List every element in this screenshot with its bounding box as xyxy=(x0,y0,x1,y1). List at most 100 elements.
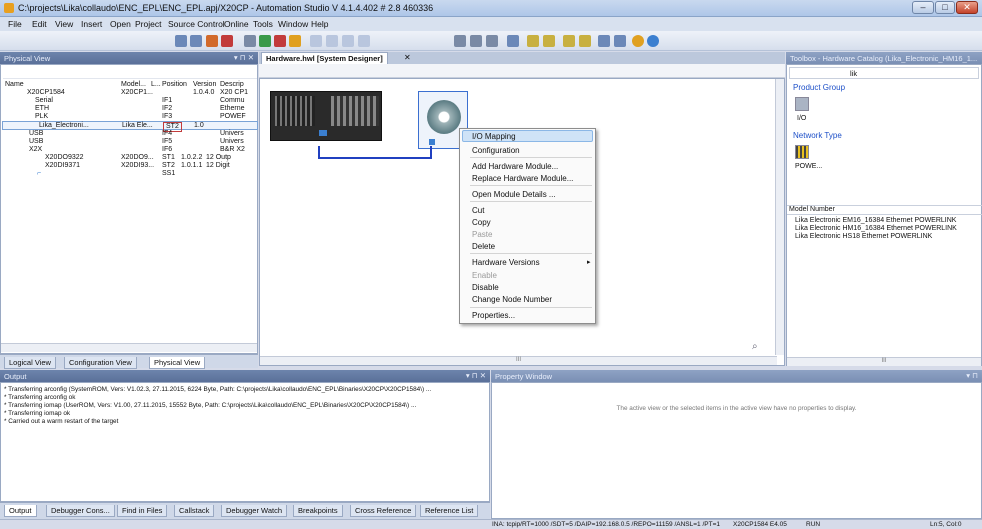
menu-item-delete[interactable]: Delete xyxy=(472,242,495,251)
menu-item-add-hardware-module[interactable]: Add Hardware Module... xyxy=(472,162,558,171)
tab-reference-list[interactable]: Reference List xyxy=(420,505,479,517)
close-button[interactable]: ✕ xyxy=(956,1,978,14)
col-version[interactable]: Version xyxy=(193,81,216,89)
tree-row[interactable]: Serial IF1 Commu xyxy=(1,97,259,105)
menu-item-disable[interactable]: Disable xyxy=(472,283,499,292)
output-log[interactable]: * Transferring arconfig (SystemROM, Vers… xyxy=(0,382,490,502)
tab-callstack[interactable]: Callstack xyxy=(174,505,215,517)
toolbar-icon[interactable] xyxy=(310,35,322,47)
panel-controls[interactable]: ▾ ⊓ ✕ xyxy=(466,371,486,380)
tree-row[interactable]: ETH IF2 Etherne xyxy=(1,105,259,113)
panel-controls[interactable]: ▾ ⊓ ✕ xyxy=(234,53,254,62)
toolbar-icon[interactable] xyxy=(358,35,370,47)
menu-view[interactable]: View xyxy=(55,19,73,29)
model-item[interactable]: Lika Electronic EM16_16384 Ethernet POWE… xyxy=(795,217,956,224)
menu-help[interactable]: Help xyxy=(311,19,328,29)
menu-insert[interactable]: Insert xyxy=(81,19,102,29)
toolbar-icon[interactable] xyxy=(647,35,659,47)
model-item[interactable]: Lika Electronic HM16_16384 Ethernet POWE… xyxy=(795,225,957,232)
tree-row[interactable]: X20DI9371 X20DI93... ST2 1.0.1.1 12 Digi… xyxy=(1,162,259,170)
model-item[interactable]: Lika Electronic HS18 Ethernet POWERLINK xyxy=(795,233,932,240)
toolbar-icon[interactable] xyxy=(342,35,354,47)
menu-file[interactable]: File xyxy=(8,19,22,29)
toolbar-icon[interactable] xyxy=(579,35,591,47)
toolbar-icon[interactable] xyxy=(206,35,218,47)
menu-item-open-module-details[interactable]: Open Module Details ... xyxy=(472,190,556,199)
catalog-search-input[interactable]: lik xyxy=(850,69,857,78)
menu-item-copy[interactable]: Copy xyxy=(472,218,491,227)
network-type-item[interactable]: POWE... xyxy=(795,163,822,170)
vertical-scrollbar[interactable] xyxy=(775,79,784,355)
menu-edit[interactable]: Edit xyxy=(32,19,47,29)
toolbar-icon[interactable] xyxy=(563,35,575,47)
minimize-button[interactable]: – xyxy=(912,1,934,14)
toolbar-icon[interactable] xyxy=(454,35,466,47)
menu-open[interactable]: Open xyxy=(110,19,131,29)
maximize-button[interactable]: □ xyxy=(935,1,955,14)
toolbar-icon[interactable] xyxy=(527,35,539,47)
col-description[interactable]: Descrip xyxy=(220,81,244,89)
model-number-header[interactable]: Model Number xyxy=(787,205,982,215)
toolbar-icon[interactable] xyxy=(486,35,498,47)
menu-item-hardware-versions[interactable]: Hardware Versions xyxy=(472,258,540,267)
powerlink-icon[interactable] xyxy=(795,145,809,159)
menu-item-io-mapping[interactable]: I/O Mapping xyxy=(472,132,516,141)
menu-item-replace-hardware-module[interactable]: Replace Hardware Module... xyxy=(472,174,573,183)
tab-find-in-files[interactable]: Find in Files xyxy=(117,505,168,517)
menu-item-change-node-number[interactable]: Change Node Number xyxy=(472,295,552,304)
tab-physical-view[interactable]: Physical View xyxy=(149,357,206,369)
tree-row-selected[interactable]: Lika_Electroni... Lika Ele... ST2 1.0 xyxy=(2,121,258,132)
toolbar-icon[interactable] xyxy=(543,35,555,47)
tree-row[interactable]: PLK IF3 POWEF xyxy=(1,113,259,121)
toolbar-icon[interactable] xyxy=(632,35,644,47)
menu-project[interactable]: Project xyxy=(135,19,161,29)
toolbar-icon[interactable] xyxy=(274,35,286,47)
tree-row[interactable]: ⌐ SS1 xyxy=(1,170,259,178)
toolbar-icon[interactable] xyxy=(259,35,271,47)
toolbar-icon[interactable] xyxy=(470,35,482,47)
menu-source-control[interactable]: Source Control xyxy=(168,19,225,29)
horizontal-scrollbar[interactable]: III xyxy=(260,356,777,365)
menu-tools[interactable]: Tools xyxy=(253,19,273,29)
horizontal-scrollbar[interactable]: III xyxy=(787,357,981,366)
tab-debugger-watch[interactable]: Debugger Watch xyxy=(221,505,288,517)
toolbar-icon[interactable] xyxy=(289,35,301,47)
tab-breakpoints[interactable]: Breakpoints xyxy=(293,505,343,517)
close-tab-icon[interactable]: ✕ xyxy=(404,53,411,62)
col-name[interactable]: Name xyxy=(5,81,24,89)
toolbar-icon[interactable] xyxy=(244,35,256,47)
tab-configuration-view[interactable]: Configuration View xyxy=(64,357,137,369)
catalog-search-bar[interactable]: lik xyxy=(789,67,979,79)
tree-row[interactable]: X2X IF6 B&R X2 xyxy=(1,146,259,154)
plc-cpu-module[interactable] xyxy=(270,91,382,141)
toolbar-icon[interactable] xyxy=(175,35,187,47)
col-model[interactable]: Model... xyxy=(121,81,146,89)
toolbar-icon[interactable] xyxy=(614,35,626,47)
menu-online[interactable]: Online xyxy=(224,19,249,29)
menu-item-properties[interactable]: Properties... xyxy=(472,311,515,320)
toolbar-icon[interactable] xyxy=(190,35,202,47)
col-position[interactable]: Position xyxy=(162,81,187,89)
io-icon[interactable] xyxy=(795,97,809,111)
tab-debugger-console[interactable]: Debugger Cons... xyxy=(46,505,115,517)
tab-cross-reference[interactable]: Cross Reference xyxy=(350,505,417,517)
tab-output[interactable]: Output xyxy=(4,505,37,517)
zoom-icon[interactable]: ⌕ xyxy=(752,341,758,352)
toolbar-icon[interactable] xyxy=(326,35,338,47)
tree-row[interactable]: USB IF4 Univers xyxy=(1,130,259,138)
toolbar-icon[interactable] xyxy=(221,35,233,47)
menu-item-configuration[interactable]: Configuration xyxy=(472,146,520,155)
tree-row[interactable]: X20DO9322 X20DO9... ST1 1.0.2.2 12 Outp xyxy=(1,154,259,162)
toolbar-icon[interactable] xyxy=(598,35,610,47)
menu-window[interactable]: Window xyxy=(278,19,308,29)
horizontal-scrollbar[interactable] xyxy=(1,343,257,352)
menu-item-cut[interactable]: Cut xyxy=(472,206,484,215)
tab-hardware-designer[interactable]: Hardware.hwl [System Designer] xyxy=(261,52,388,64)
tab-logical-view[interactable]: Logical View xyxy=(4,357,56,369)
tree-row[interactable]: X20CP1584 X20CP1... 1.0.4.0 X20 CP1 xyxy=(1,89,259,97)
panel-controls[interactable]: ▾ ⊓ xyxy=(966,371,978,380)
col-location[interactable]: L... xyxy=(151,81,161,89)
tree-row[interactable]: USB IF5 Univers xyxy=(1,138,259,146)
product-group-item[interactable]: I/O xyxy=(797,115,806,122)
toolbar-icon[interactable] xyxy=(507,35,519,47)
